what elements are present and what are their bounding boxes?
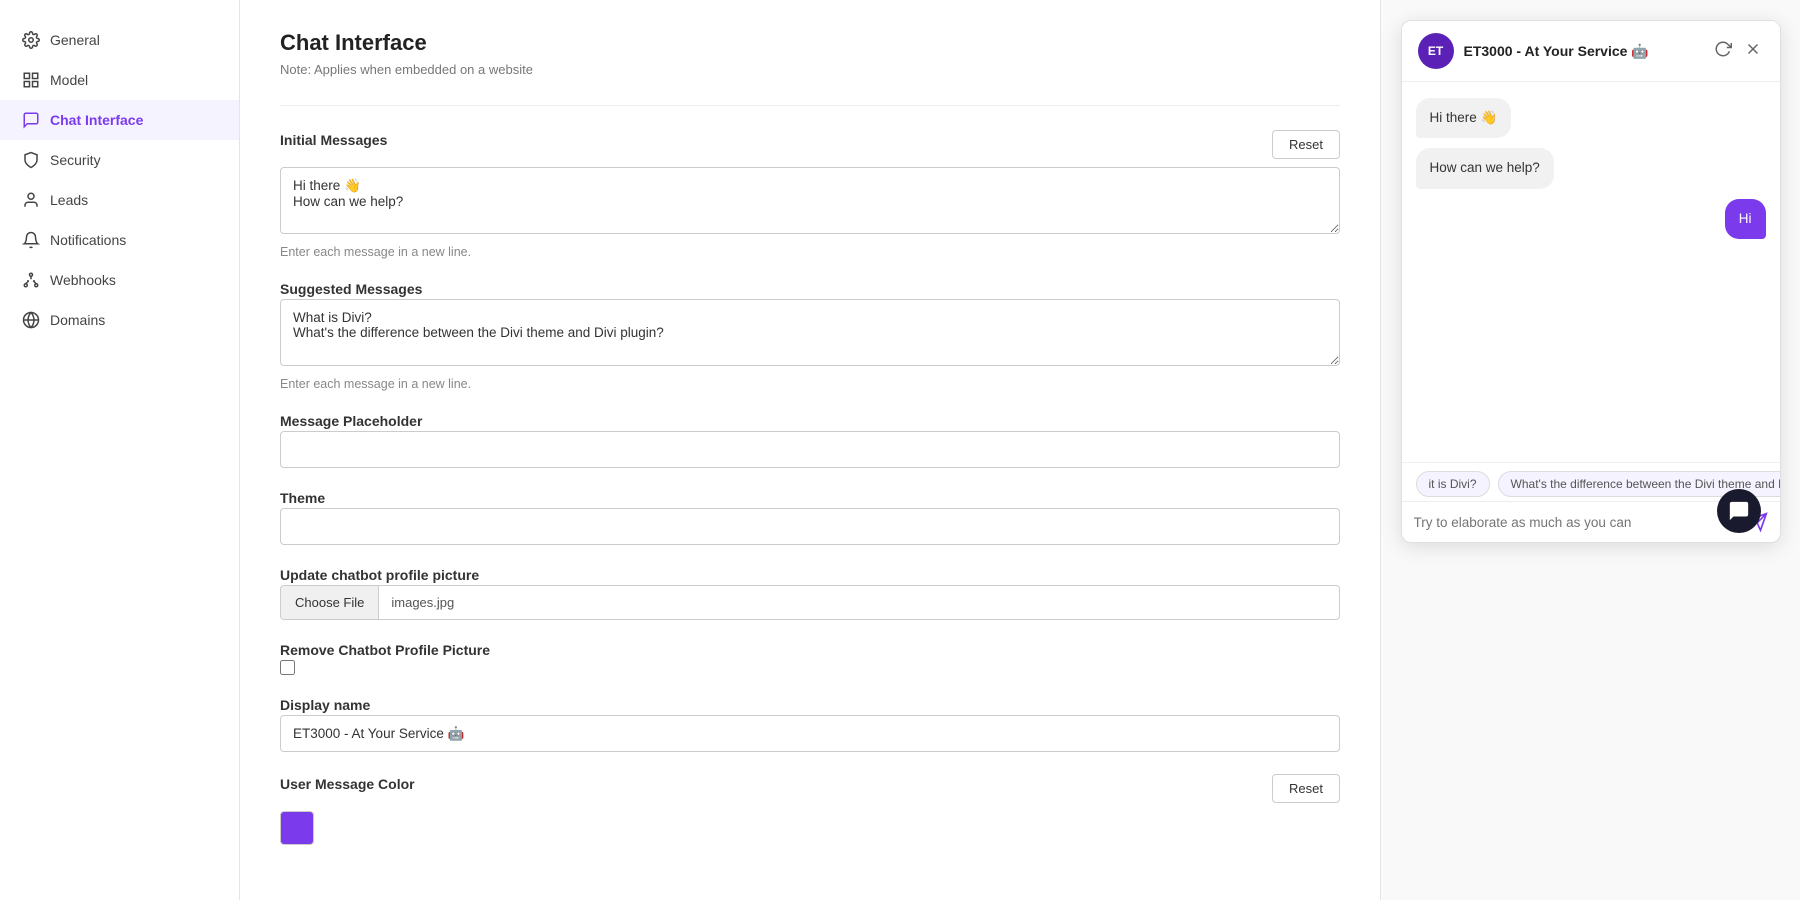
bell-icon [22,231,40,249]
chat-icon [22,111,40,129]
model-icon [22,71,40,89]
chat-bubble-user-1: Hi [1725,199,1766,239]
sidebar-item-label: Model [50,72,88,88]
chat-bubble-bot-2: How can we help? [1416,148,1554,188]
file-name-display: images.jpg [379,586,466,619]
sidebar-item-general[interactable]: General [0,20,239,60]
page-note: Note: Applies when embedded on a website [280,62,1340,77]
remove-profile-picture-section: Remove Chatbot Profile Picture [280,642,1340,675]
page-title: Chat Interface [280,30,1340,56]
remove-profile-picture-checkbox-wrapper [280,660,1340,675]
user-message-color-reset-button[interactable]: Reset [1272,774,1340,803]
suggested-messages-label: Suggested Messages [280,281,422,297]
initial-messages-sublabel: Enter each message in a new line. [280,245,1340,259]
file-input-wrapper: Choose File images.jpg [280,585,1340,620]
globe-icon [22,311,40,329]
initial-messages-textarea[interactable]: Hi there 👋 How can we help? [280,167,1340,234]
user-message-color-swatch[interactable] [280,811,314,845]
suggested-messages-section: Suggested Messages What is Divi? What's … [280,281,1340,391]
sidebar-item-model[interactable]: Model [0,60,239,100]
chat-header-title: ET3000 - At Your Service 🤖 [1464,43,1712,60]
theme-input[interactable]: lig [280,508,1340,545]
sidebar: General Model Chat Interface Security Le… [0,0,240,900]
suggestion-chip-1[interactable]: it is Divi? [1416,471,1490,497]
chat-messages: Hi there 👋 How can we help? Hi [1402,82,1780,462]
sidebar-item-leads[interactable]: Leads [0,180,239,220]
sidebar-item-chat-interface[interactable]: Chat Interface [0,100,239,140]
sidebar-item-domains[interactable]: Domains [0,300,239,340]
message-placeholder-label: Message Placeholder [280,413,422,429]
sidebar-item-label: Domains [50,312,105,328]
remove-profile-picture-label: Remove Chatbot Profile Picture [280,642,490,658]
main-content: Chat Interface Note: Applies when embedd… [240,0,1380,900]
suggested-messages-sublabel: Enter each message in a new line. [280,377,1340,391]
preview-wrapper: ET ET3000 - At Your Service 🤖 Hi there 👋… [1401,20,1781,553]
message-placeholder-input[interactable]: Try to elaborate as much as you can [280,431,1340,468]
sidebar-item-label: Notifications [50,232,126,248]
avatar-initials: ET [1428,44,1443,58]
chat-header-actions [1712,38,1764,65]
sidebar-item-webhooks[interactable]: Webhooks [0,260,239,300]
chat-bubble-bot-1: Hi there 👋 [1416,98,1512,138]
chat-close-button[interactable] [1742,38,1764,65]
chat-refresh-button[interactable] [1712,38,1734,65]
message-placeholder-section: Message Placeholder Try to elaborate as … [280,413,1340,468]
chat-float-button[interactable] [1717,489,1761,533]
person-icon [22,191,40,209]
user-message-color-section: User Message Color Reset [280,774,1340,845]
display-name-label: Display name [280,697,370,713]
chat-input[interactable] [1414,515,1740,530]
settings-icon [22,31,40,49]
sidebar-item-label: Leads [50,192,88,208]
sidebar-item-label: General [50,32,100,48]
suggested-messages-textarea[interactable]: What is Divi? What's the difference betw… [280,299,1340,366]
theme-section: Theme lig [280,490,1340,545]
sidebar-item-security[interactable]: Security [0,140,239,180]
chat-header: ET ET3000 - At Your Service 🤖 [1402,21,1780,82]
sidebar-item-label: Security [50,152,101,168]
sidebar-item-notifications[interactable]: Notifications [0,220,239,260]
webhook-icon [22,271,40,289]
display-name-section: Display name [280,697,1340,752]
profile-picture-label: Update chatbot profile picture [280,567,479,583]
sidebar-item-label: Chat Interface [50,112,143,128]
initial-messages-reset-button[interactable]: Reset [1272,130,1340,159]
remove-profile-picture-checkbox[interactable] [280,660,295,675]
user-message-color-label: User Message Color [280,776,415,792]
shield-icon [22,151,40,169]
theme-label: Theme [280,490,325,506]
sidebar-item-label: Webhooks [50,272,116,288]
display-name-input[interactable] [280,715,1340,752]
avatar: ET [1418,33,1454,69]
chat-widget: ET ET3000 - At Your Service 🤖 Hi there 👋… [1401,20,1781,543]
preview-panel: ET ET3000 - At Your Service 🤖 Hi there 👋… [1380,0,1800,900]
choose-file-button[interactable]: Choose File [281,586,379,619]
profile-picture-section: Update chatbot profile picture Choose Fi… [280,567,1340,620]
initial-messages-label: Initial Messages [280,132,387,148]
initial-messages-section: Initial Messages Reset Hi there 👋 How ca… [280,130,1340,259]
